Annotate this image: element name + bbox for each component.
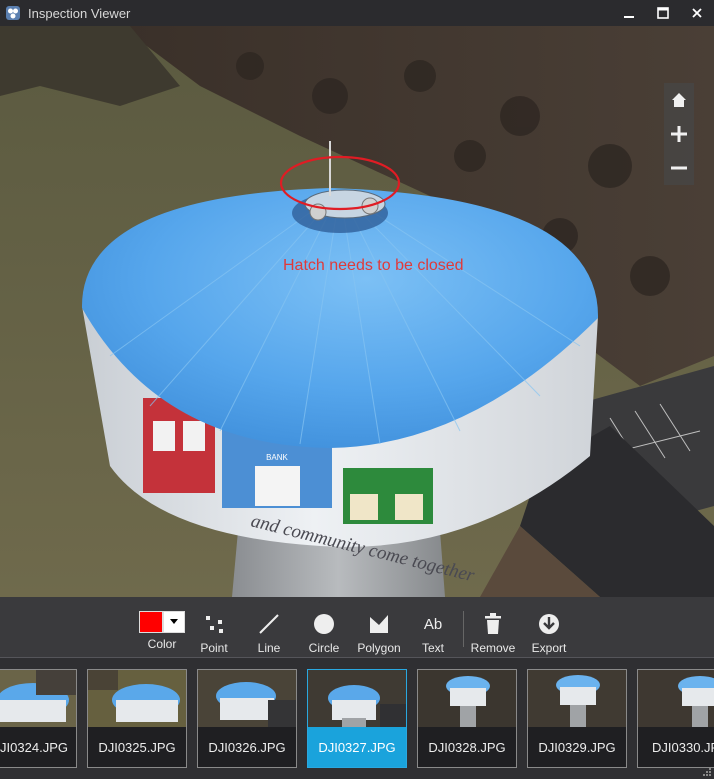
bank-sign: BANK	[266, 453, 288, 462]
app-icon	[6, 6, 20, 20]
thumbnail-label: DJI0326.JPG	[198, 727, 296, 767]
line-label: Line	[257, 641, 281, 655]
thumbnail-label: DJI0325.JPG	[88, 727, 186, 767]
remove-label: Remove	[470, 641, 516, 655]
inspection-photo: BANK and community come together	[0, 26, 714, 597]
plus-icon	[671, 126, 687, 142]
minus-icon	[671, 166, 687, 170]
dropdown-arrow-icon	[170, 619, 178, 624]
point-icon	[206, 616, 223, 633]
download-icon	[539, 614, 559, 634]
text-tool[interactable]: Ab Text	[416, 597, 450, 657]
thumbnail-label: DJI0327.JPG	[308, 727, 406, 767]
thumbnail-item[interactable]: DJI0324.JPG	[0, 669, 77, 768]
circle-label: Circle	[308, 641, 340, 655]
polygon-icon	[370, 615, 388, 633]
thumbnail-item[interactable]: DJI0326.JPG	[197, 669, 297, 768]
thumbnail-image	[638, 670, 714, 730]
thumbnail-item[interactable]: DJI0328.JPG	[417, 669, 517, 768]
maximize-button[interactable]	[646, 0, 680, 26]
thumbnail-label: DJI0330.JPG	[638, 727, 714, 767]
title-bar: Inspection Viewer	[0, 0, 714, 26]
thumbnail-image	[88, 670, 186, 730]
thumbnail-label: DJI0328.JPG	[418, 727, 516, 767]
home-icon	[672, 93, 686, 107]
minimize-icon	[624, 16, 634, 18]
polygon-tool[interactable]: Polygon	[356, 597, 402, 657]
minimize-button[interactable]	[612, 0, 646, 26]
annotation-toolbar: Color Point Line Circle Polygon Ab Text …	[0, 597, 714, 658]
color-swatch[interactable]	[139, 611, 163, 633]
annotation-text[interactable]: Hatch needs to be closed	[283, 257, 464, 275]
text-label: Text	[421, 641, 444, 655]
thumbnail-label: DJI0329.JPG	[528, 727, 626, 767]
line-icon	[259, 614, 279, 634]
home-button[interactable]	[664, 83, 694, 117]
export-button[interactable]: Export	[528, 597, 570, 657]
thumbnail-strip: DJI0324.JPG DJI0325.JPG DJI0326.JPG DJI0…	[0, 658, 714, 779]
color-dropdown-button[interactable]	[163, 611, 185, 633]
thumbnail-item-selected[interactable]: DJI0327.JPG	[307, 669, 407, 768]
polygon-label: Polygon	[357, 641, 401, 655]
zoom-controls	[664, 83, 694, 185]
zoom-in-button[interactable]	[664, 117, 694, 151]
thumbnail-image	[0, 670, 76, 730]
maximize-icon	[657, 7, 669, 19]
text-icon: Ab	[423, 615, 443, 633]
color-label: Color	[147, 637, 177, 651]
trash-icon	[485, 613, 501, 634]
point-tool[interactable]: Point	[196, 597, 232, 657]
thumbnail-item[interactable]: DJI0329.JPG	[527, 669, 627, 768]
color-tool[interactable]: Color	[138, 597, 186, 657]
thumbnail-item[interactable]: DJI0325.JPG	[87, 669, 187, 768]
thumbnail-image	[198, 670, 296, 730]
thumbnail-image	[418, 670, 516, 730]
close-button[interactable]	[680, 0, 714, 26]
remove-button[interactable]: Remove	[470, 597, 516, 657]
circle-tool[interactable]: Circle	[305, 597, 343, 657]
point-label: Point	[200, 641, 228, 655]
thumbnail-image	[528, 670, 626, 730]
resize-grip-icon[interactable]	[702, 767, 712, 777]
toolbar-divider	[463, 611, 464, 647]
window-title: Inspection Viewer	[28, 5, 131, 21]
close-icon	[692, 8, 702, 18]
thumbnail-image	[308, 670, 406, 730]
thumbnail-label: DJI0324.JPG	[0, 727, 76, 767]
image-viewer[interactable]: BANK and community come together Hatch n…	[0, 26, 714, 597]
line-tool[interactable]: Line	[252, 597, 286, 657]
export-label: Export	[531, 641, 567, 655]
thumbnail-item[interactable]: DJI0330.JPG	[637, 669, 714, 768]
circle-icon	[314, 614, 334, 634]
zoom-out-button[interactable]	[664, 151, 694, 185]
